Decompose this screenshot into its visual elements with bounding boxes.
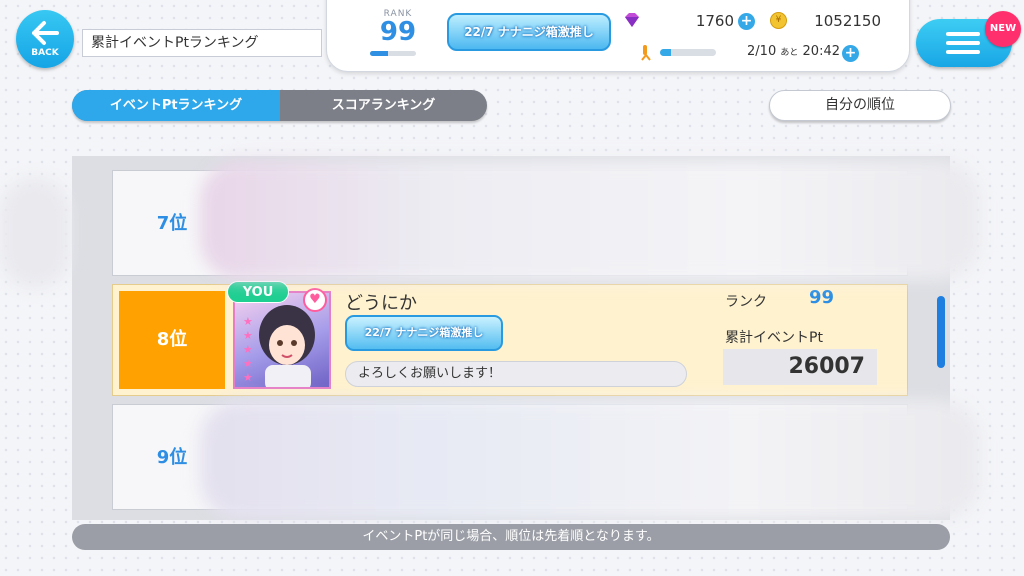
tab-event-pt-ranking[interactable]: イベントPtランキング xyxy=(72,90,280,121)
ranking-tabs: イベントPtランキング スコアランキング xyxy=(72,90,487,121)
event-pt-value: 26007 xyxy=(723,349,877,385)
rank-value: 99 xyxy=(379,17,417,47)
gem-count: 1760 xyxy=(695,12,734,30)
my-rank-button[interactable]: 自分の順位 xyxy=(769,90,951,121)
tab-score-ranking[interactable]: スコアランキング xyxy=(280,90,487,121)
blurred-row-content xyxy=(200,160,980,280)
gem-icon xyxy=(625,13,639,27)
stamina-count: 2/10 xyxy=(747,44,777,59)
svg-text:★: ★ xyxy=(243,315,253,328)
title-badge[interactable]: 22/7 ナナニジ箱激推し xyxy=(447,13,611,51)
footer-note: イベントPtが同じ場合、順位は先着順となります。 xyxy=(72,524,950,550)
stamina-status: 2/10 あと 20:42 xyxy=(728,44,840,59)
stamina-bar xyxy=(660,49,716,56)
svg-text:★: ★ xyxy=(243,357,253,370)
page-title: 累計イベントPtランキング xyxy=(82,29,322,57)
stamina-icon xyxy=(641,45,651,61)
player-title-badge: 22/7 ナナニジ箱激推し xyxy=(345,315,503,351)
svg-text:★: ★ xyxy=(243,329,253,342)
back-arrow-icon xyxy=(32,21,59,45)
event-pt-label: 累計イベントPt xyxy=(725,330,823,346)
player-rank-value: 99 xyxy=(809,287,835,308)
menu-icon xyxy=(946,32,980,36)
coin-count: 1052150 xyxy=(814,12,881,30)
back-button[interactable]: BACK xyxy=(16,10,74,68)
list-scrollbar[interactable] xyxy=(937,296,945,368)
blurred-edge xyxy=(0,178,70,288)
add-gems-button[interactable]: + xyxy=(738,13,755,30)
blurred-row-content xyxy=(200,400,980,520)
back-label: BACK xyxy=(31,48,59,58)
rank-position: 8位 xyxy=(119,291,225,389)
stamina-timer: 20:42 xyxy=(802,44,840,59)
coin-icon: ¥ xyxy=(770,12,787,29)
player-rank-label: ランク xyxy=(725,294,767,310)
rank-progress-fill xyxy=(370,51,389,56)
player-name: どうにか xyxy=(345,293,417,314)
stamina-fill xyxy=(660,49,672,56)
svg-text:★: ★ xyxy=(243,343,253,356)
heart-icon: ♥ xyxy=(303,288,327,312)
svg-text:★: ★ xyxy=(243,371,253,384)
new-badge: NEW xyxy=(985,11,1021,47)
add-stamina-button[interactable]: + xyxy=(842,45,859,62)
stamina-suffix: あと xyxy=(780,48,799,58)
rank-progress-bar xyxy=(370,51,416,56)
ranking-row-self[interactable]: 8位 ★ ★ ★ ★ ★ YOU ♥ どうにか 22/7 ナナニジ箱激推し よろ… xyxy=(112,281,908,396)
player-comment: よろしくお願いします！ xyxy=(345,361,687,387)
you-badge: YOU xyxy=(227,281,289,303)
